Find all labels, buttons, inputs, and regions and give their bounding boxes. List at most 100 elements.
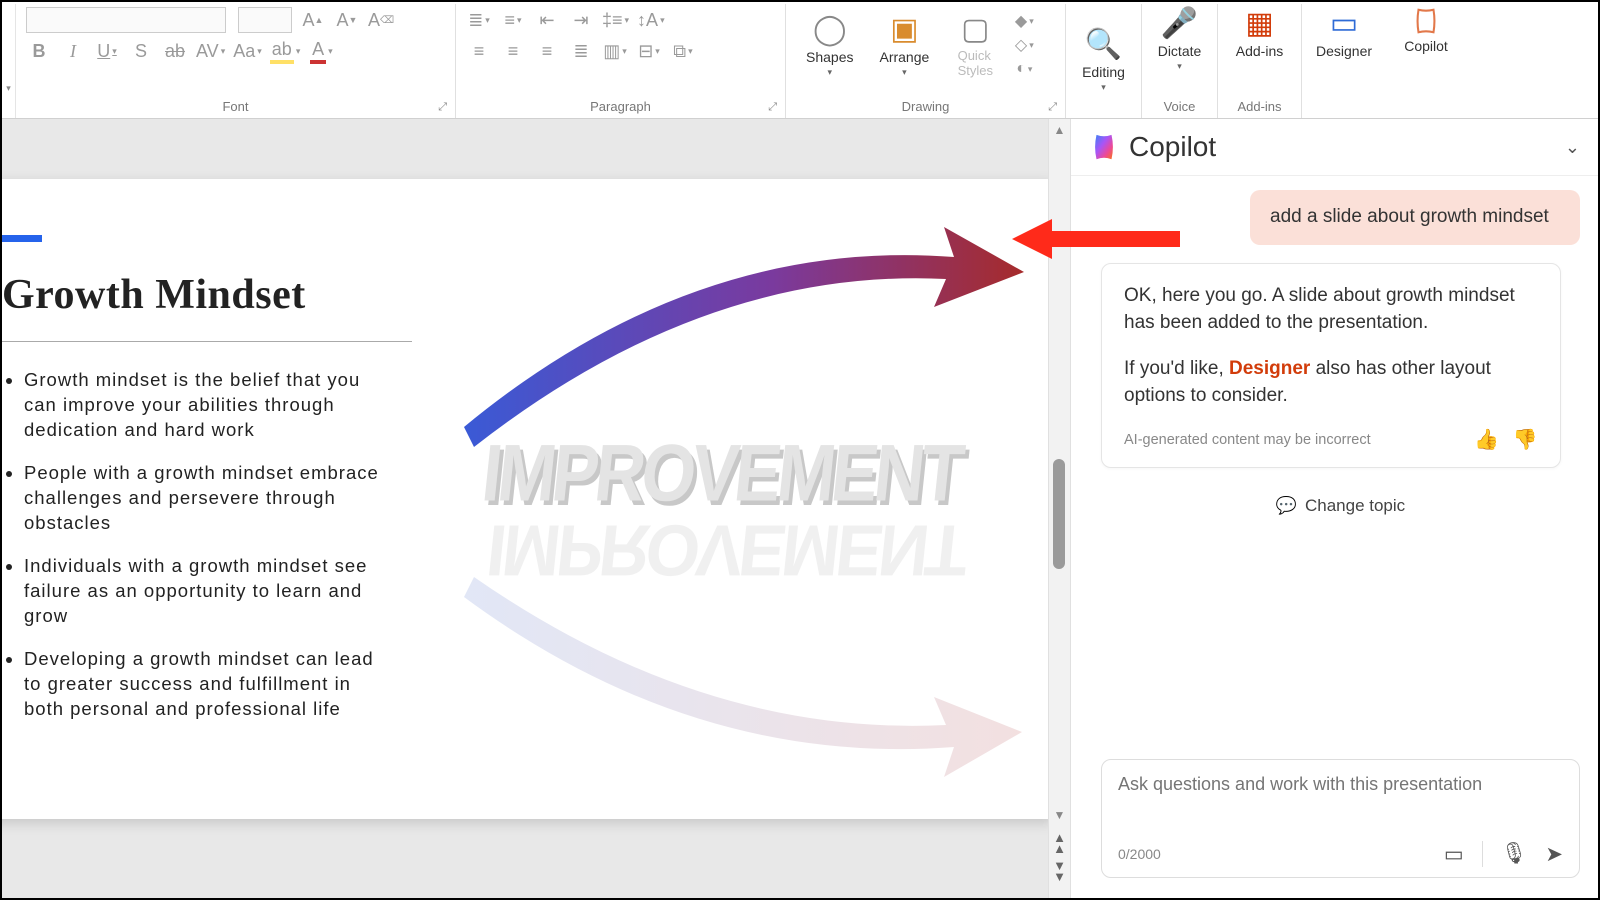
ribbon-sliver[interactable]: ▾ [2, 4, 16, 118]
list-item[interactable]: People with a growth mindset embrace cha… [24, 461, 392, 536]
thumbs-down-icon[interactable]: 👎 [1513, 426, 1538, 455]
scroll-down-icon[interactable]: ▼ [1054, 804, 1066, 826]
mic-icon[interactable]: 🎙 [1501, 842, 1528, 866]
copilot-input-container: 0/2000 ▭ 🎙 ➤ [1101, 759, 1580, 878]
find-icon: 🔍 [1085, 27, 1122, 62]
scroll-up-icon[interactable]: ▲ [1054, 119, 1066, 141]
prev-slide-icon-2[interactable]: ▲ [1053, 841, 1066, 856]
thumbs-up-icon[interactable]: 👍 [1474, 426, 1499, 455]
improvement-text: IMPROVEMENT [478, 429, 968, 518]
mic-icon: 🎤 [1161, 6, 1198, 41]
bullets-button[interactable]: ≣▾ [466, 6, 492, 34]
addins-icon: ▦ [1245, 6, 1273, 41]
char-counter: 0/2000 [1118, 846, 1161, 862]
workspace: Growth Mindset Growth mindset is the bel… [2, 119, 1598, 898]
arrange-button[interactable]: ▣ Arrange ▾ [869, 10, 939, 80]
align-right-icon[interactable]: ≡ [534, 37, 560, 65]
paragraph-group-label: Paragraph [590, 99, 651, 114]
italic-button[interactable]: I [60, 37, 86, 65]
change-topic-button[interactable]: 💬 Change topic [1101, 486, 1580, 526]
ai-text-2: If you'd like, Designer also has other l… [1124, 355, 1538, 410]
copilot-input[interactable] [1118, 774, 1563, 830]
designer-label: Designer [1316, 43, 1372, 59]
line-spacing-button[interactable]: ‡≡▾ [602, 6, 629, 34]
drawing-dialog-launcher[interactable]: ⤢ [1048, 101, 1057, 114]
designer-button[interactable]: ▭ Designer [1306, 4, 1382, 61]
change-topic-label: Change topic [1305, 496, 1405, 516]
user-message: add a slide about growth mindset [1250, 190, 1580, 245]
list-item[interactable]: Growth mindset is the belief that you ca… [24, 368, 392, 443]
columns-button[interactable]: ▥▾ [602, 37, 628, 65]
shapes-button[interactable]: ◯ Shapes ▾ [796, 10, 863, 80]
underline-button[interactable]: U▾ [94, 37, 120, 65]
highlight-button[interactable]: ab▾ [270, 37, 301, 65]
designer-link[interactable]: Designer [1229, 358, 1310, 379]
change-case-button[interactable]: Aa▾ [233, 37, 262, 65]
voice-group: 🎤 Dictate ▾ Voice [1142, 4, 1218, 118]
designer-group: ▭ Designer [1302, 4, 1386, 118]
shape-outline-button[interactable]: ◇▾ [1011, 34, 1037, 56]
shadow-button[interactable]: S [128, 37, 154, 65]
quick-styles-label: Quick Styles [958, 49, 993, 78]
copilot-logo-icon [1089, 132, 1119, 162]
addins-button[interactable]: ▦ Add-ins [1222, 4, 1297, 61]
font-color-button[interactable]: A▾ [308, 37, 334, 65]
list-item[interactable]: Individuals with a growth mindset see fa… [24, 554, 392, 629]
shape-fill-button[interactable]: ◆▾ [1011, 10, 1037, 32]
copilot-body: add a slide about growth mindset OK, her… [1071, 176, 1598, 745]
increase-indent-icon[interactable]: ⇥ [568, 6, 594, 34]
slide-divider [2, 341, 412, 342]
copilot-ribbon-group: Copilot [1386, 4, 1466, 118]
increase-font-icon[interactable]: A▲ [300, 6, 326, 34]
editing-group: 🔍 Editing ▾ [1066, 4, 1142, 118]
scroll-track[interactable] [1049, 141, 1070, 804]
smartart-button[interactable]: ⧉▾ [670, 37, 696, 65]
arrange-icon: ▣ [890, 12, 918, 47]
next-slide-icon-2[interactable]: ▼ [1053, 869, 1066, 884]
arrange-label: Arrange [879, 49, 929, 65]
list-item[interactable]: Developing a growth mindset can lead to … [24, 647, 392, 722]
font-name-combo[interactable] [26, 7, 226, 33]
justify-icon[interactable]: ≣ [568, 37, 594, 65]
chevron-down-icon[interactable]: ⌄ [1565, 137, 1580, 158]
drawing-group-label: Drawing [902, 99, 950, 114]
dictate-button[interactable]: 🎤 Dictate ▾ [1146, 4, 1213, 74]
decrease-font-icon[interactable]: A▼ [334, 6, 360, 34]
slide-canvas[interactable]: Growth Mindset Growth mindset is the bel… [2, 119, 1048, 898]
ribbon: ▾ A▲ A▼ A⌫ B I U▾ S ab AV▾ Aa▾ ab▾ A▾ [2, 2, 1598, 119]
addins-label: Add-ins [1236, 43, 1283, 59]
slide[interactable]: Growth Mindset Growth mindset is the bel… [2, 179, 1048, 819]
slide-bullet-list[interactable]: Growth mindset is the belief that you ca… [2, 368, 392, 722]
scroll-thumb[interactable] [1053, 459, 1065, 569]
numbering-button[interactable]: ≡▾ [500, 6, 526, 34]
strikethrough-button[interactable]: ab [162, 37, 188, 65]
addins-group-label: Add-ins [1222, 97, 1297, 116]
ai-disclaimer: AI-generated content may be incorrect [1124, 430, 1371, 451]
slide-accent [2, 235, 42, 242]
designer-icon: ▭ [1330, 6, 1358, 41]
send-icon[interactable]: ➤ [1545, 842, 1563, 867]
decrease-indent-icon[interactable]: ⇤ [534, 6, 560, 34]
bold-button[interactable]: B [26, 37, 52, 65]
char-spacing-button[interactable]: AV▾ [196, 37, 225, 65]
quick-styles-button[interactable]: ▢ Quick Styles [945, 10, 1005, 80]
align-left-icon[interactable]: ≡ [466, 37, 492, 65]
book-icon[interactable]: ▭ [1444, 842, 1464, 867]
align-text-button[interactable]: ⊟▾ [636, 37, 662, 65]
paragraph-dialog-launcher[interactable]: ⤢ [768, 101, 777, 114]
font-dialog-launcher[interactable]: ⤢ [438, 101, 447, 114]
shape-effects-button[interactable]: ◐▾ [1011, 58, 1037, 80]
font-group: A▲ A▼ A⌫ B I U▾ S ab AV▾ Aa▾ ab▾ A▾ Font… [16, 4, 456, 118]
editing-button[interactable]: 🔍 Editing ▾ [1070, 4, 1137, 116]
divider [1482, 841, 1483, 867]
align-center-icon[interactable]: ≡ [500, 37, 526, 65]
vertical-scrollbar[interactable]: ▲ ▼ ▲ ▲ ▼ ▼ [1048, 119, 1070, 898]
voice-group-label: Voice [1146, 97, 1213, 116]
clear-formatting-icon[interactable]: A⌫ [368, 6, 394, 34]
ai-message: OK, here you go. A slide about growth mi… [1101, 263, 1561, 468]
copilot-ribbon-button[interactable]: Copilot [1390, 4, 1462, 56]
font-size-combo[interactable] [238, 7, 292, 33]
slide-image[interactable]: IMPROVEMENT IMPROVEMENT IMPROVEMENT [434, 197, 1034, 797]
text-direction-button[interactable]: ↕A▾ [637, 6, 665, 34]
shapes-icon: ◯ [813, 12, 847, 47]
